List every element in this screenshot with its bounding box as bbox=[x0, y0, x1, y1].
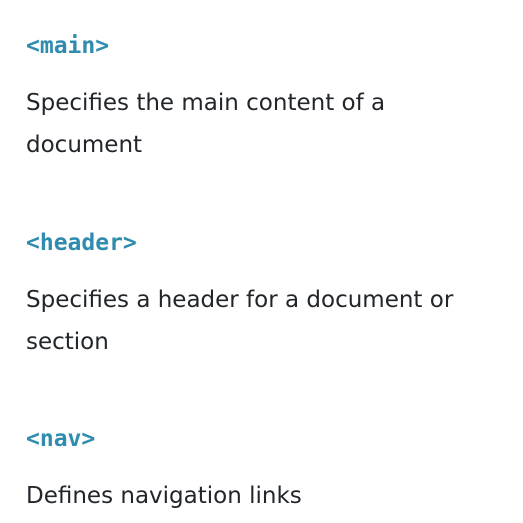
tag-name-nav: <nav> bbox=[26, 426, 96, 452]
tag-description-nav: Defines navigation links bbox=[26, 483, 302, 509]
html-tags-reference: <main> Specifies the main content of a d… bbox=[0, 0, 523, 523]
tag-name-main: <main> bbox=[26, 33, 110, 59]
tag-name-header: <header> bbox=[26, 230, 137, 256]
tag-description-main: Specifies the main content of a document bbox=[26, 90, 386, 158]
tag-description-header: Specifies a header for a document or sec… bbox=[26, 287, 454, 355]
